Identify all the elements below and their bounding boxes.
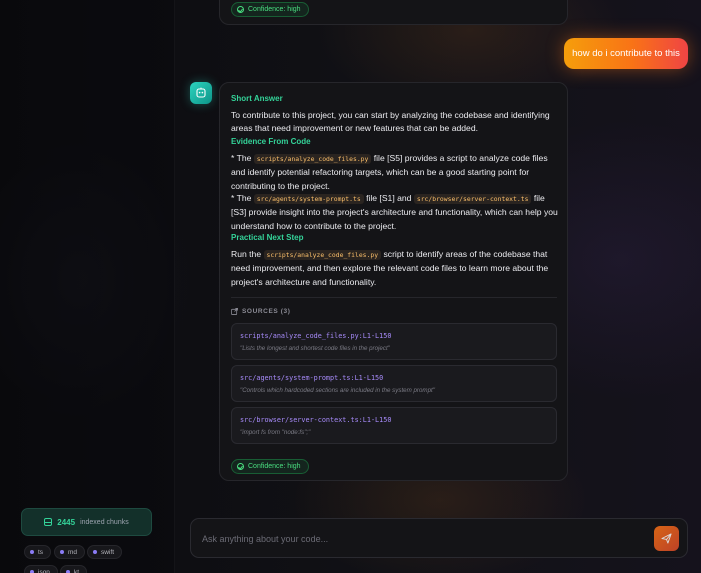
chat-input[interactable]: [202, 529, 632, 549]
indexed-chunks-badge: 2445 indexed chunks: [21, 508, 152, 536]
next-step-heading: Practical Next Step: [231, 233, 304, 242]
next-step-prefix: Run the: [231, 249, 262, 259]
check-circle-icon: [237, 6, 244, 13]
evidence-item-1: * The scripts/analyze_code_files.py file…: [231, 152, 561, 193]
send-button[interactable]: [654, 526, 679, 551]
source-card[interactable]: src/browser/server-context.ts:L1-L150 "i…: [231, 407, 557, 444]
source-description: "Controls which hardcoded sections are i…: [240, 387, 435, 394]
language-label: swift: [101, 548, 114, 556]
code-reference: src/browser/server-context.ts: [413, 194, 532, 204]
chat-composer: [190, 518, 688, 558]
language-chip-kt[interactable]: kt: [60, 565, 88, 573]
assistant-answer-card: Short Answer To contribute to this proje…: [219, 82, 568, 481]
external-link-icon: [231, 308, 238, 315]
sidebar: 2445 indexed chunks ts md swift json kt: [0, 0, 175, 573]
dot-icon: [30, 550, 34, 554]
database-icon: [44, 518, 53, 526]
language-label: kt: [74, 568, 80, 573]
evidence-heading: Evidence From Code: [231, 137, 311, 146]
divider: [231, 297, 557, 298]
language-chip-swift[interactable]: swift: [87, 545, 122, 559]
language-label: ts: [38, 548, 44, 556]
evidence-item-2: * The src/agents/system-prompt.ts file […: [231, 192, 561, 233]
source-description: "import fs from "node:fs";": [240, 429, 311, 436]
source-card[interactable]: src/agents/system-prompt.ts:L1-L150 "Con…: [231, 365, 557, 402]
source-path: src/browser/server-context.ts:L1-L150: [240, 416, 392, 424]
code-reference: scripts/analyze_code_files.py: [263, 250, 382, 260]
send-icon: [661, 533, 672, 544]
code-reference: scripts/analyze_code_files.py: [253, 154, 372, 164]
bot-glyph-icon: [196, 87, 206, 98]
confidence-label: Confidence: high: [248, 6, 301, 13]
confidence-badge: Confidence: high: [231, 2, 309, 17]
check-circle-icon: [237, 463, 244, 470]
bot-icon: [190, 82, 212, 104]
evidence-prefix: * The: [231, 153, 252, 163]
dot-icon: [60, 550, 64, 554]
chunks-label: indexed chunks: [80, 518, 129, 526]
user-message-bubble: how do i contribute to this: [564, 38, 688, 69]
evidence-prefix: * The: [231, 193, 252, 203]
confidence-badge: Confidence: high: [231, 459, 309, 474]
language-label: md: [68, 548, 78, 556]
language-chip-md[interactable]: md: [54, 545, 86, 559]
source-description: "Lists the longest and shortest code fil…: [240, 345, 390, 352]
sources-header: SOURCES (3): [231, 308, 291, 315]
user-message-text: how do i contribute to this: [572, 48, 680, 59]
source-path: scripts/analyze_code_files.py:L1-L150: [240, 332, 392, 340]
previous-answer-card: Confidence: high: [219, 0, 568, 25]
short-answer-heading: Short Answer: [231, 94, 283, 103]
language-chip-json[interactable]: json: [24, 565, 58, 573]
chunks-count: 2445: [57, 517, 76, 527]
confidence-label: Confidence: high: [248, 463, 301, 470]
language-label: json: [38, 568, 50, 573]
source-card[interactable]: scripts/analyze_code_files.py:L1-L150 "L…: [231, 323, 557, 360]
language-chip-ts[interactable]: ts: [24, 545, 52, 559]
source-path: src/agents/system-prompt.ts:L1-L150: [240, 374, 384, 382]
code-reference: src/agents/system-prompt.ts: [253, 194, 364, 204]
next-step-text: Run the scripts/analyze_code_files.py sc…: [231, 248, 561, 289]
dot-icon: [93, 550, 97, 554]
evidence-middle: file [S1] and: [366, 193, 412, 203]
short-answer-text: To contribute to this project, you can s…: [231, 110, 550, 134]
sources-label: SOURCES (3): [242, 308, 291, 315]
